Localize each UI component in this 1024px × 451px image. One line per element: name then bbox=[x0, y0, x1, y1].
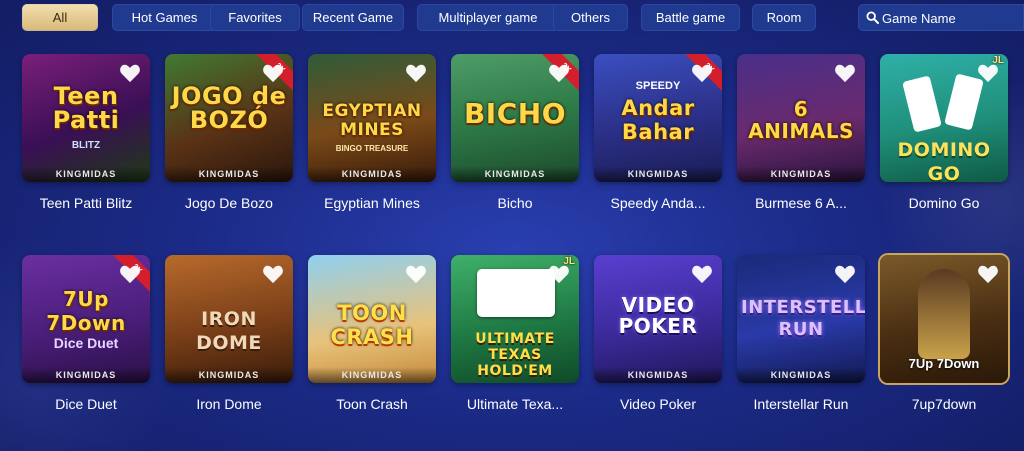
favorite-heart-icon[interactable] bbox=[834, 264, 856, 284]
favorite-heart-icon[interactable] bbox=[691, 264, 713, 284]
favorite-heart-icon[interactable] bbox=[405, 264, 427, 284]
favorite-heart-icon[interactable] bbox=[119, 264, 141, 284]
tab-battle-game[interactable]: Battle game bbox=[641, 4, 740, 31]
favorite-heart-icon[interactable] bbox=[548, 63, 570, 83]
brand-label: KINGMIDAS bbox=[594, 367, 722, 383]
art-title: ULTIMATE TEXAS HOLD'EM bbox=[475, 331, 555, 379]
game-name[interactable]: Bicho bbox=[441, 195, 589, 211]
art-title: 7Up 7Down bbox=[46, 287, 126, 335]
favorite-heart-icon[interactable] bbox=[262, 63, 284, 83]
tab-favorites[interactable]: Favorites bbox=[210, 4, 300, 31]
brand-label: KINGMIDAS bbox=[308, 166, 436, 182]
search-icon bbox=[866, 11, 879, 24]
search-box[interactable] bbox=[858, 4, 1024, 31]
game-name[interactable]: Jogo De Bozo bbox=[155, 195, 303, 211]
game-card-7up7down[interactable]: 7Up 7Down 7up7down bbox=[880, 255, 1008, 425]
brand-label: KINGMIDAS bbox=[22, 166, 150, 182]
brand-label: KINGMIDAS bbox=[22, 367, 150, 383]
art-title: JOGO de BOZÓ bbox=[171, 82, 287, 134]
brand-label: KINGMIDAS bbox=[165, 367, 293, 383]
game-name[interactable]: Speedy Anda... bbox=[584, 195, 732, 211]
art-title: 7Up 7Down bbox=[908, 356, 980, 371]
tab-multiplayer-game[interactable]: Multiplayer game bbox=[417, 4, 559, 31]
favorite-heart-icon[interactable] bbox=[977, 264, 999, 284]
game-card-domino-go[interactable]: DOMINO GO JL Domino Go bbox=[880, 54, 1008, 224]
game-name[interactable]: Domino Go bbox=[870, 195, 1018, 211]
favorite-heart-icon[interactable] bbox=[834, 63, 856, 83]
art-subtitle: BLITZ bbox=[71, 140, 101, 151]
brand-label: KINGMIDAS bbox=[737, 166, 865, 182]
game-card-iron-dome[interactable]: IRON DOME KINGMIDAS Iron Dome bbox=[165, 255, 293, 425]
art-subtitle: Dice Duet bbox=[53, 335, 119, 351]
art-title: VIDEO POKER bbox=[618, 293, 698, 338]
game-name[interactable]: Iron Dome bbox=[155, 396, 303, 412]
game-card-toon-crash[interactable]: TOON CRASH KINGMIDAS Toon Crash bbox=[308, 255, 436, 425]
brand-label: KINGMIDAS bbox=[594, 166, 722, 182]
game-card-speedy-andar-bahar[interactable]: SPEEDY Andar Bahar 2X KINGMIDAS Speedy A… bbox=[594, 54, 722, 224]
game-name[interactable]: Interstellar Run bbox=[727, 396, 875, 412]
favorite-heart-icon[interactable] bbox=[977, 63, 999, 83]
brand-label: KINGMIDAS bbox=[165, 166, 293, 182]
art-title: Teen Patti bbox=[52, 82, 120, 134]
art-title: EGYPTIAN MINES bbox=[322, 101, 422, 140]
game-card-ultimate-texas-holdem[interactable]: ULTIMATE TEXAS HOLD'EM JL Ultimate Texa.… bbox=[451, 255, 579, 425]
game-name[interactable]: Burmese 6 A... bbox=[727, 195, 875, 211]
game-name[interactable]: Video Poker bbox=[584, 396, 732, 412]
art-title: IRON DOME bbox=[196, 308, 262, 354]
game-name[interactable]: 7up7down bbox=[870, 396, 1018, 412]
favorite-heart-icon[interactable] bbox=[119, 63, 141, 83]
brand-label: KINGMIDAS bbox=[737, 367, 865, 383]
game-name[interactable]: Toon Crash bbox=[298, 396, 446, 412]
favorite-heart-icon[interactable] bbox=[262, 264, 284, 284]
art-title: BICHO bbox=[463, 97, 567, 130]
game-name[interactable]: Ultimate Texa... bbox=[441, 396, 589, 412]
game-card-video-poker[interactable]: VIDEO POKER KINGMIDAS Video Poker bbox=[594, 255, 722, 425]
tab-hot-games[interactable]: Hot Games bbox=[112, 4, 217, 31]
brand-label: KINGMIDAS bbox=[308, 367, 436, 383]
art-title: TOON CRASH bbox=[330, 301, 414, 349]
game-card-burmese-6-animals[interactable]: 6 ANIMALS KINGMIDAS Burmese 6 A... bbox=[737, 54, 865, 224]
game-name[interactable]: Teen Patti Blitz bbox=[12, 195, 160, 211]
playing-cards bbox=[477, 269, 555, 317]
art-title: Andar Bahar bbox=[621, 96, 695, 144]
game-card-jogo-de-bozo[interactable]: JOGO de BOZÓ 2X KINGMIDAS Jogo De Bozo bbox=[165, 54, 293, 224]
tab-others[interactable]: Others bbox=[553, 4, 628, 31]
art-subtitle: BINGO TREASURE bbox=[335, 144, 409, 153]
game-card-teen-patti-blitz[interactable]: Teen Patti BLITZ KINGMIDAS Teen Patti Bl… bbox=[22, 54, 150, 224]
favorite-heart-icon[interactable] bbox=[548, 264, 570, 284]
favorite-heart-icon[interactable] bbox=[405, 63, 427, 83]
search-input[interactable] bbox=[880, 7, 1020, 29]
game-card-bicho[interactable]: BICHO 2X KINGMIDAS Bicho bbox=[451, 54, 579, 224]
game-name[interactable]: Dice Duet bbox=[12, 396, 160, 412]
domino-tile bbox=[902, 75, 942, 133]
art-title: 6 ANIMALS bbox=[748, 97, 854, 143]
favorite-heart-icon[interactable] bbox=[691, 63, 713, 83]
game-card-interstellar-run[interactable]: INTERSTELLAR RUN KINGMIDAS Interstellar … bbox=[737, 255, 865, 425]
game-card-egyptian-mines[interactable]: EGYPTIAN MINES BINGO TREASURE KINGMIDAS … bbox=[308, 54, 436, 224]
game-name[interactable]: Egyptian Mines bbox=[298, 195, 446, 211]
dealer-figure bbox=[918, 269, 970, 359]
tab-room[interactable]: Room bbox=[752, 4, 816, 31]
tab-recent-game[interactable]: Recent Game bbox=[302, 4, 404, 31]
game-card-dice-duet[interactable]: 7Up 7Down Dice Duet 2X KINGMIDAS Dice Du… bbox=[22, 255, 150, 425]
tab-all[interactable]: All bbox=[22, 4, 98, 31]
art-title: INTERSTELLAR RUN bbox=[741, 297, 865, 340]
brand-label: KINGMIDAS bbox=[451, 166, 579, 182]
art-title: DOMINO GO bbox=[897, 139, 991, 182]
